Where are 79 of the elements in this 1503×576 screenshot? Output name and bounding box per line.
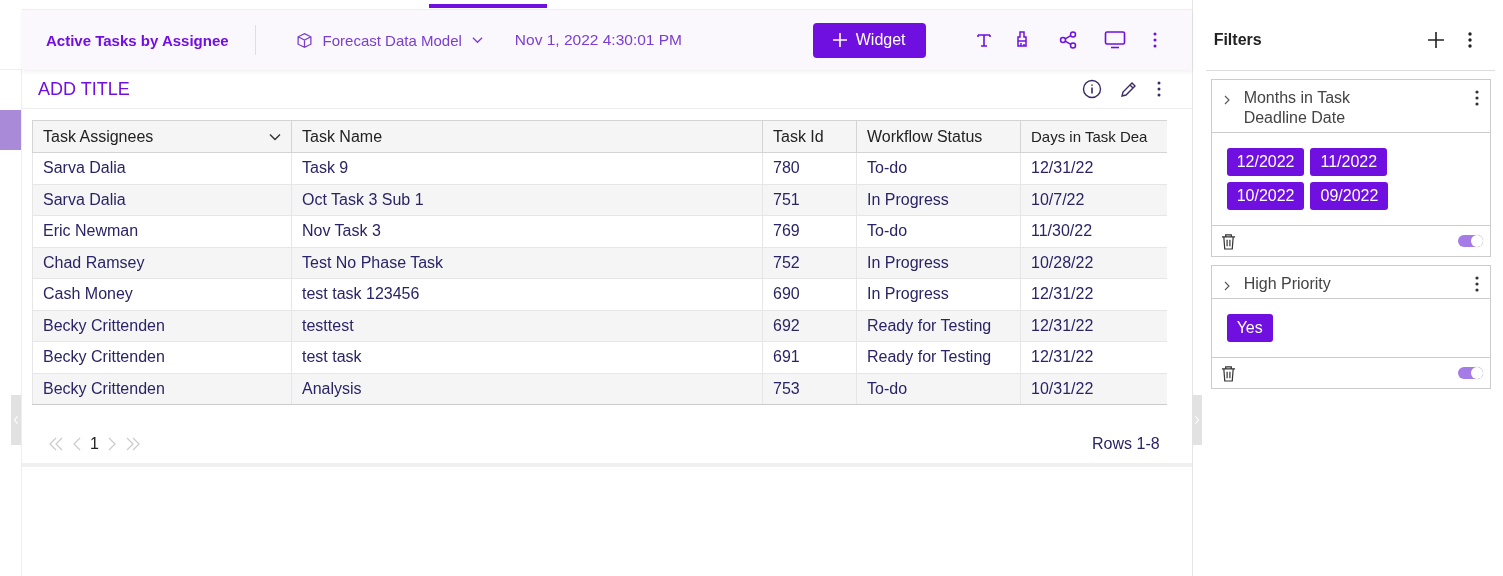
chevron-right-icon[interactable] — [1223, 281, 1230, 291]
column-header[interactable]: Workflow Status — [856, 120, 1021, 153]
trash-icon[interactable] — [1220, 232, 1236, 250]
timestamp: Nov 1, 2022 4:30:01 PM — [514, 31, 682, 49]
table-cell: 752 — [762, 247, 857, 279]
row-count: Rows 1-8 — [1092, 435, 1160, 453]
chevron-right-icon[interactable] — [1223, 95, 1230, 105]
table-cell: 751 — [762, 184, 857, 216]
dashboard-title: Active Tasks by Assignee — [46, 31, 229, 49]
column-header[interactable]: Task Assignees — [32, 120, 292, 153]
table-cell: To-do — [856, 215, 1021, 247]
table-cell: Sarva Dalia — [32, 152, 292, 184]
filter-chip[interactable]: 09/2022 — [1310, 182, 1389, 210]
chevron-down-icon — [269, 132, 281, 141]
toggle-switch[interactable] — [1458, 235, 1483, 247]
column-header[interactable]: Days in Task Dea — [1020, 120, 1167, 153]
share-icon[interactable] — [1057, 30, 1078, 50]
monitor-icon[interactable] — [1103, 30, 1126, 50]
table-cell: Becky Crittenden — [32, 373, 292, 405]
table-cell: Becky Crittenden — [32, 310, 292, 342]
table-cell: To-do — [856, 373, 1021, 405]
table-cell: 10/31/22 — [1020, 373, 1167, 405]
table-cell: 753 — [762, 373, 857, 405]
more-icon[interactable] — [1151, 30, 1158, 50]
chevron-right-icon — [1193, 415, 1200, 425]
table-cell: 691 — [762, 341, 857, 373]
table-cell: 10/28/22 — [1020, 247, 1167, 279]
filter-name[interactable]: High Priority — [1243, 274, 1394, 294]
table-cell: Oct Task 3 Sub 1 — [291, 184, 763, 216]
filter-chip[interactable]: 11/2022 — [1310, 148, 1388, 176]
collapse-handle[interactable] — [1191, 395, 1202, 445]
table-cell: Becky Crittenden — [32, 341, 292, 373]
table-cell: Test No Phase Task — [291, 247, 763, 279]
table-cell: test task 123456 — [291, 278, 763, 310]
filter-name[interactable]: Months in Task Deadline Date — [1243, 88, 1394, 128]
table-cell: Ready for Testing — [856, 310, 1021, 342]
filter-chip[interactable]: Yes — [1226, 314, 1273, 342]
widget-title[interactable]: ADD TITLE — [38, 78, 130, 100]
table-cell: Chad Ramsey — [32, 247, 292, 279]
table-cell: Sarva Dalia — [32, 184, 292, 216]
more-icon[interactable] — [1474, 88, 1480, 108]
table-cell: 780 — [762, 152, 857, 184]
more-icon[interactable] — [1155, 79, 1162, 99]
column-header[interactable]: Task Id — [762, 120, 857, 153]
more-icon[interactable] — [1467, 30, 1473, 50]
table-cell: Analysis — [291, 373, 763, 405]
table-cell: Eric Newman — [32, 215, 292, 247]
table-cell: test task — [291, 341, 763, 373]
table-cell: Task 9 — [291, 152, 763, 184]
column-header[interactable]: Task Name — [291, 120, 763, 153]
table-cell: Ready for Testing — [856, 341, 1021, 373]
more-icon[interactable] — [1474, 274, 1480, 294]
filters-title: Filters — [1213, 31, 1262, 49]
table-cell: testtest — [291, 310, 763, 342]
table-cell: 692 — [762, 310, 857, 342]
filter-chip[interactable]: 12/2022 — [1226, 148, 1305, 176]
data-model-dropdown[interactable]: Forecast Data Model — [295, 31, 483, 49]
plus-icon — [832, 33, 847, 47]
chevron-down-icon — [471, 36, 483, 44]
page-number[interactable]: 1 — [90, 435, 99, 453]
plus-icon[interactable] — [1427, 31, 1445, 49]
table-cell: In Progress — [856, 247, 1021, 279]
table-cell: Cash Money — [32, 278, 292, 310]
table-cell: 690 — [762, 278, 857, 310]
table-cell: In Progress — [856, 184, 1021, 216]
info-icon[interactable] — [1081, 79, 1102, 99]
collapse-handle[interactable] — [11, 395, 21, 445]
table-cell: To-do — [856, 152, 1021, 184]
filter-chip[interactable]: 10/2022 — [1226, 182, 1305, 210]
cube-icon — [295, 31, 313, 49]
table-cell: Nov Task 3 — [291, 215, 763, 247]
trash-icon[interactable] — [1220, 364, 1236, 382]
table-cell: In Progress — [856, 278, 1021, 310]
table-cell: 769 — [762, 215, 857, 247]
table-cell: 10/7/22 — [1020, 184, 1167, 216]
toggle-switch[interactable] — [1458, 367, 1483, 379]
table-cell: 12/31/22 — [1020, 310, 1167, 342]
add-widget-button[interactable]: Widget — [812, 22, 926, 58]
chevron-left-icon — [13, 415, 19, 425]
